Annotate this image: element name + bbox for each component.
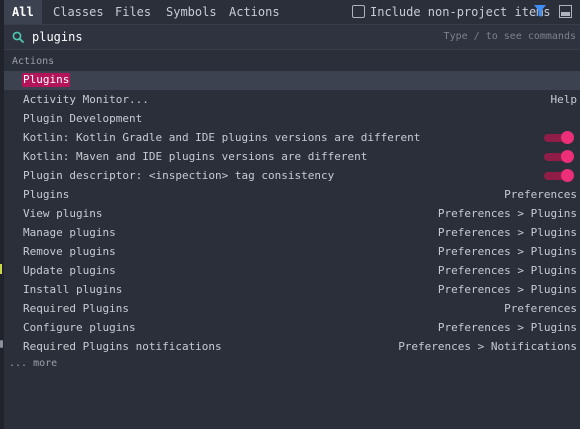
- result-location: Preferences > Plugins: [437, 207, 577, 220]
- result-row[interactable]: Plugins: [4, 71, 580, 90]
- result-name: Plugin descriptor: <inspection> tag cons…: [23, 169, 335, 182]
- tab-classes[interactable]: Classes: [45, 0, 112, 24]
- result-name: Update plugins: [23, 264, 116, 277]
- include-non-project-checkbox[interactable]: [352, 5, 365, 18]
- result-name: Activity Monitor...: [23, 93, 149, 106]
- inspection-toggle[interactable]: [544, 169, 574, 182]
- gutter-marker: [0, 264, 2, 274]
- result-location: Preferences > Plugins: [437, 264, 577, 277]
- section-header-actions: Actions: [12, 56, 55, 67]
- result-row[interactable]: Manage plugins Preferences > Plugins: [4, 223, 580, 242]
- more-results-link[interactable]: ... more: [9, 357, 57, 371]
- result-name: Plugins: [23, 188, 70, 201]
- tab-files[interactable]: Files: [107, 0, 159, 24]
- result-row[interactable]: Configure plugins Preferences > Plugins: [4, 318, 580, 337]
- search-icon: [12, 31, 24, 43]
- result-location: Preferences > Plugins: [437, 283, 577, 296]
- result-name: Kotlin: Kotlin Gradle and IDE plugins ve…: [23, 131, 421, 144]
- inspection-toggle[interactable]: [544, 150, 574, 163]
- search-input[interactable]: [32, 25, 332, 49]
- tab-bar: All Classes Files Symbols Actions Includ…: [4, 0, 580, 24]
- result-name: View plugins: [23, 207, 103, 220]
- tab-all[interactable]: All: [4, 0, 42, 24]
- result-row[interactable]: Plugins Preferences: [4, 185, 580, 204]
- result-row[interactable]: View plugins Preferences > Plugins: [4, 204, 580, 223]
- result-name: Plugin Development: [23, 112, 143, 125]
- filter-icon[interactable]: [534, 5, 546, 18]
- search-bar: Type / to see commands: [4, 24, 580, 50]
- result-location: Preferences > Notifications: [398, 340, 577, 353]
- result-row[interactable]: Required Plugins notifications Preferenc…: [4, 337, 580, 356]
- result-name: Manage plugins: [23, 226, 116, 239]
- result-location: Preferences > Plugins: [437, 226, 577, 239]
- result-name: Remove plugins: [23, 245, 116, 258]
- result-row[interactable]: Plugin descriptor: <inspection> tag cons…: [4, 166, 580, 185]
- preview-icon[interactable]: [559, 5, 572, 18]
- tab-symbols[interactable]: Symbols: [158, 0, 225, 24]
- result-location: Preferences: [504, 302, 577, 315]
- result-row[interactable]: Kotlin: Kotlin Gradle and IDE plugins ve…: [4, 128, 580, 147]
- tab-actions[interactable]: Actions: [221, 0, 288, 24]
- result-row[interactable]: Kotlin: Maven and IDE plugins versions a…: [4, 147, 580, 166]
- result-name: Required Plugins notifications: [23, 340, 222, 353]
- result-name: Kotlin: Maven and IDE plugins versions a…: [23, 150, 368, 163]
- result-name: Required Plugins: [23, 302, 129, 315]
- result-location: Preferences > Plugins: [437, 321, 577, 334]
- inspection-toggle[interactable]: [544, 131, 574, 144]
- result-name: Configure plugins: [23, 321, 136, 334]
- result-location: Preferences > Plugins: [437, 245, 577, 258]
- result-row[interactable]: Plugin Development: [4, 109, 580, 128]
- result-name: Plugins: [22, 73, 71, 87]
- result-row[interactable]: Update plugins Preferences > Plugins: [4, 261, 580, 280]
- result-row[interactable]: Remove plugins Preferences > Plugins: [4, 242, 580, 261]
- gutter-marker: [0, 340, 3, 348]
- result-row[interactable]: Required Plugins Preferences: [4, 299, 580, 318]
- result-location: Help: [550, 93, 578, 106]
- result-row[interactable]: Install plugins Preferences > Plugins: [4, 280, 580, 299]
- result-name: Install plugins: [23, 283, 123, 296]
- result-row[interactable]: Activity Monitor... Help: [4, 90, 580, 109]
- result-location: Preferences: [504, 188, 577, 201]
- include-non-project-label[interactable]: Include non-project items: [370, 0, 551, 24]
- search-everywhere-popup: All Classes Files Symbols Actions Includ…: [0, 0, 580, 429]
- search-hint: Type / to see commands: [443, 31, 576, 42]
- results-list: Plugins Activity Monitor... Help Plugin …: [4, 71, 580, 356]
